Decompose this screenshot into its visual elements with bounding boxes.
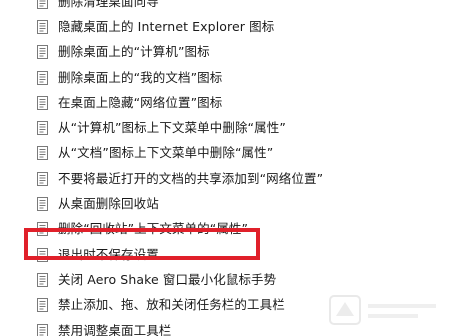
list-item-prohibit-adjusting-desktop-toolbars[interactable]: 禁用调整桌面工具栏 [0, 318, 450, 336]
list-item-label: 隐藏桌面上的 Internet Explorer 图标 [58, 18, 275, 34]
list-item-label: 删除清理桌面向导 [58, 0, 159, 9]
policy-setting-icon [37, 0, 48, 9]
list-item-remove-computer-properties[interactable]: 从“计算机”图标上下文菜单中删除“属性” [0, 115, 450, 140]
list-item-hide-ie-icon[interactable]: 隐藏桌面上的 Internet Explorer 图标 [0, 14, 450, 39]
list-item-label: 退出时不保存设置 [58, 246, 159, 262]
list-item-label: 关闭 Aero Shake 窗口最小化鼠标手势 [58, 271, 277, 287]
policy-setting-icon [37, 272, 48, 287]
list-item-remove-computer-icon[interactable]: 删除桌面上的“计算机”图标 [0, 40, 450, 65]
list-item-label: 禁止添加、拖、放和关闭任务栏的工具栏 [58, 297, 285, 313]
policy-setting-icon [37, 171, 48, 186]
list-item-dont-save-settings-on-exit[interactable]: 退出时不保存设置 [0, 242, 450, 267]
policy-setting-list: 删除清理桌面向导 隐藏桌面上的 Internet Explorer 图标 删除桌… [0, 0, 450, 336]
policy-setting-icon [37, 45, 48, 60]
policy-setting-icon [37, 197, 48, 212]
policy-setting-icon [37, 146, 48, 161]
list-item-remove-my-documents-icon[interactable]: 删除桌面上的“我的文档”图标 [0, 65, 450, 90]
list-item-remove-recycle-bin[interactable]: 从桌面删除回收站 [0, 191, 450, 216]
list-item-turn-off-aero-shake[interactable]: 关闭 Aero Shake 窗口最小化鼠标手势 [0, 267, 450, 292]
list-item-label: 从桌面删除回收站 [58, 196, 159, 212]
list-item-remove-recycle-bin-properties[interactable]: 删除“回收站”上下文菜单的“属性” [0, 217, 450, 242]
policy-setting-icon [37, 121, 48, 136]
policy-setting-icon [37, 70, 48, 85]
list-item-no-recent-docs-network-shares[interactable]: 不要将最近打开的文档的共享添加到“网络位置” [0, 166, 450, 191]
list-item-label: 删除桌面上的“计算机”图标 [58, 44, 210, 60]
list-item-label: 删除桌面上的“我的文档”图标 [58, 69, 223, 85]
list-item-prohibit-taskbar-toolbars[interactable]: 禁止添加、拖、放和关闭任务栏的工具栏 [0, 293, 450, 318]
list-item-label: 不要将最近打开的文档的共享添加到“网络位置” [58, 170, 324, 186]
policy-setting-icon [37, 19, 48, 34]
list-item-label: 从“计算机”图标上下文菜单中删除“属性” [58, 120, 286, 136]
list-item-label: 删除“回收站”上下文菜单的“属性” [58, 221, 249, 237]
policy-setting-icon [37, 222, 48, 237]
list-item-label: 在桌面上隐藏“网络位置”图标 [58, 94, 223, 110]
list-item-hide-network-locations-icon[interactable]: 在桌面上隐藏“网络位置”图标 [0, 90, 450, 115]
list-item-remove-documents-properties[interactable]: 从“文档”图标上下文菜单中删除“属性” [0, 141, 450, 166]
list-item-remove-cleanup-desktop-wizard[interactable]: 删除清理桌面向导 [0, 0, 450, 14]
policy-setting-icon [37, 95, 48, 110]
list-item-label: 禁用调整桌面工具栏 [58, 322, 172, 336]
list-item-label: 从“文档”图标上下文菜单中删除“属性” [58, 145, 274, 161]
policy-setting-icon [37, 247, 48, 262]
policy-setting-icon [37, 298, 48, 313]
policy-setting-icon [37, 323, 48, 336]
